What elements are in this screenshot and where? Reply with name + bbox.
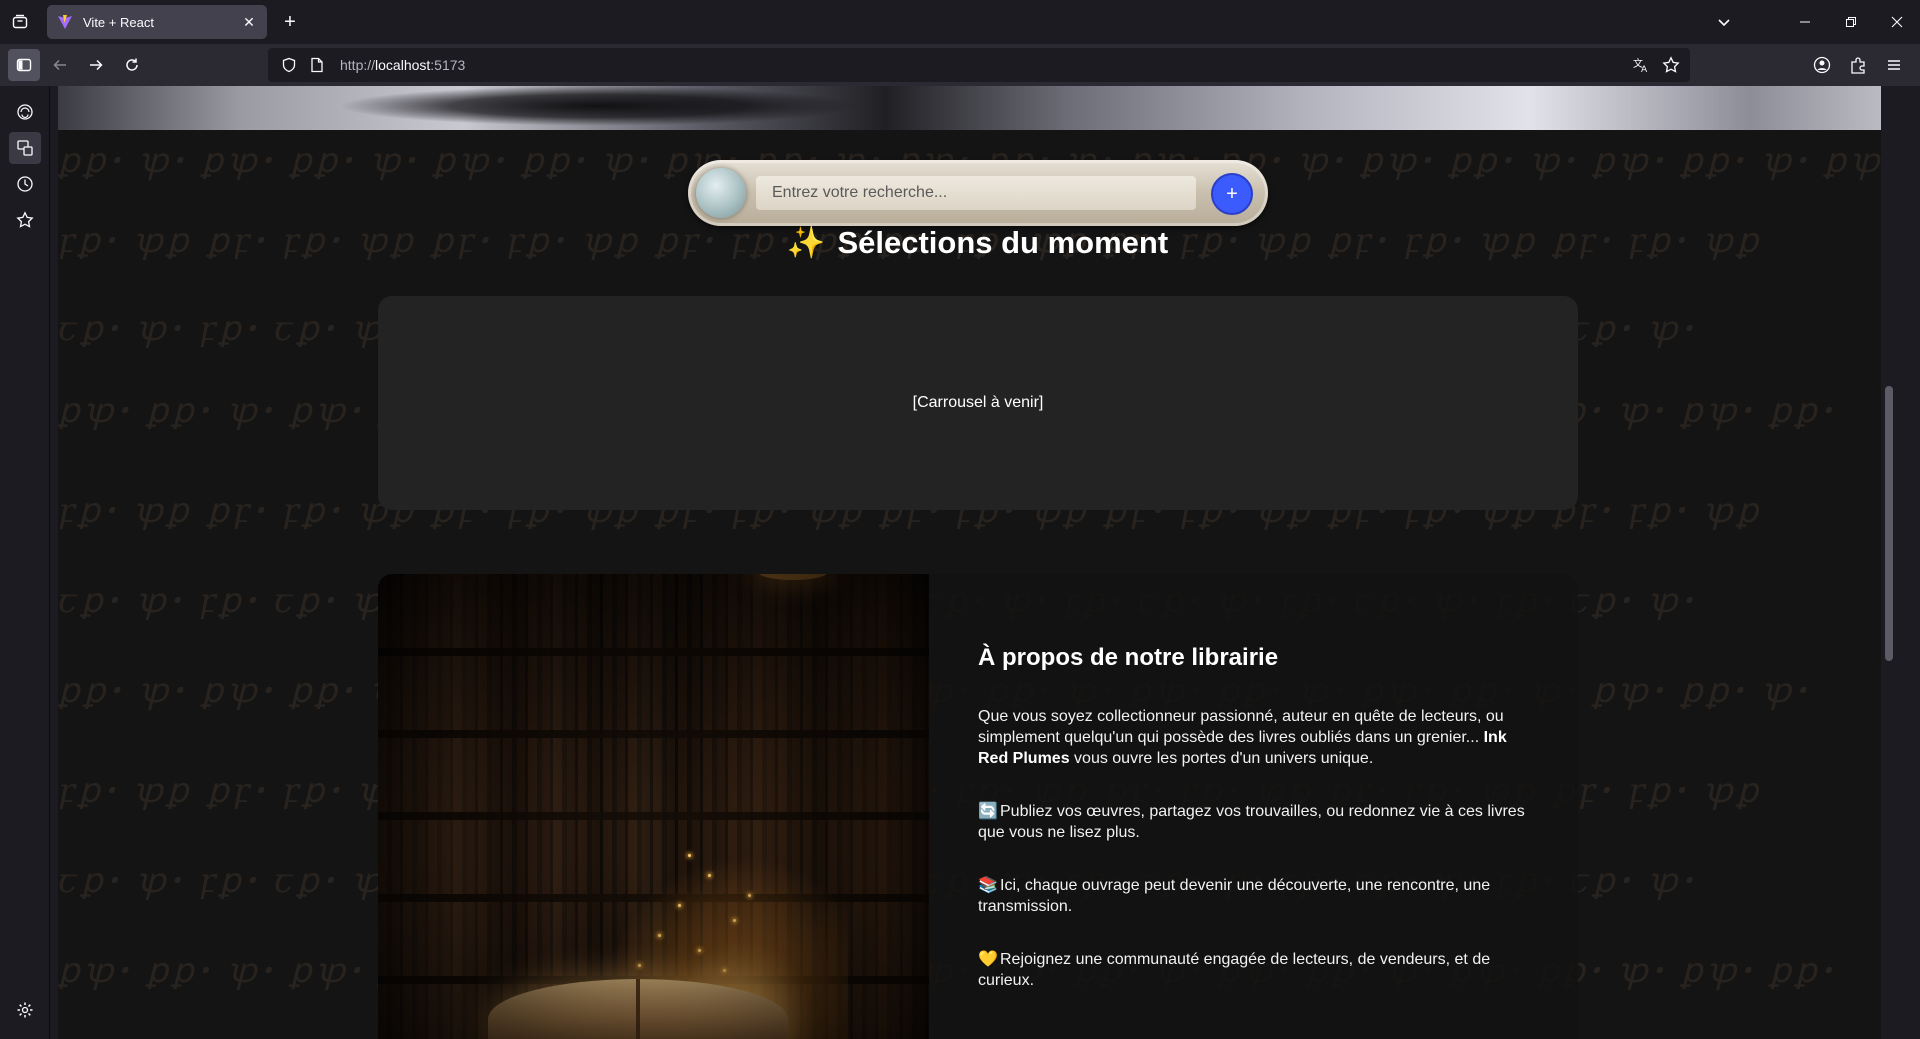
about-title: À propos de notre librairie (978, 644, 1279, 671)
close-icon[interactable]: ✕ (241, 14, 257, 30)
vite-favicon (58, 15, 72, 29)
chevron-down-icon[interactable] (1712, 10, 1736, 34)
carousel-placeholder-text: [Carrousel à venir] (912, 394, 1044, 411)
reload-icon[interactable] (116, 49, 148, 81)
close-window-icon[interactable] (1874, 0, 1920, 44)
tab-bar: Vite + React ✕ + (0, 0, 1920, 44)
history-icon[interactable] (9, 168, 41, 200)
search-submit-button[interactable]: + (1211, 173, 1253, 215)
tab-list-icon[interactable] (0, 0, 40, 44)
url-text[interactable]: http://localhost:5173 (340, 57, 465, 73)
about-point-community: 💛 Rejoignez une communauté engagée de lec… (978, 949, 1538, 991)
about-point-publish-text: Publiez vos œuvres, partagez vos trouvai… (978, 803, 1525, 841)
about-intro-after: vous ouvre les portes d'un univers uniqu… (1069, 750, 1374, 767)
browser-sidebar (0, 86, 50, 1039)
translate-icon[interactable]: 文A (1630, 54, 1652, 76)
menu-icon[interactable] (1878, 49, 1910, 81)
about-point-discovery: 📚 Ici, chaque ouvrage peut devenir une dé… (978, 875, 1538, 917)
url-host: localhost (375, 57, 431, 73)
about-intro-before: Que vous soyez collectionneur passionné,… (978, 708, 1504, 746)
ai-chatbot-icon[interactable] (9, 96, 41, 128)
sparkles-icon: ✨ (786, 225, 826, 260)
about-text: À propos de notre librairie Que vous soy… (978, 644, 1538, 1023)
shield-icon[interactable] (278, 54, 300, 76)
scroll-thumb[interactable] (1885, 386, 1893, 661)
forward-arrow-icon[interactable] (80, 49, 112, 81)
about-point-community-text: Rejoignez une communauté engagée de lect… (978, 951, 1491, 989)
minimize-icon[interactable] (1782, 0, 1828, 44)
restore-icon[interactable] (1828, 0, 1874, 44)
extensions-icon[interactable] (1842, 49, 1874, 81)
page-scrollbar[interactable] (1881, 86, 1897, 1039)
about-point-discovery-text: Ici, chaque ouvrage peut devenir une déc… (978, 877, 1491, 915)
sidebar-icon[interactable] (8, 49, 40, 81)
selections-title: Sélections du moment (837, 225, 1169, 260)
url-port: :5173 (430, 57, 466, 73)
plus-icon: + (284, 10, 296, 33)
navigation-toolbar: http://localhost:5173 文A (0, 44, 1920, 86)
bookmarks-icon[interactable] (9, 204, 41, 236)
synced-tabs-icon[interactable] (9, 132, 41, 164)
selections-heading: ✨ Sélections du moment (58, 224, 1897, 261)
settings-icon[interactable] (9, 994, 41, 1026)
carousel-placeholder: [Carrousel à venir] (378, 296, 1578, 510)
page-icon[interactable] (306, 54, 328, 76)
star-icon[interactable] (1660, 54, 1682, 76)
hero-banner-image (58, 86, 1897, 130)
about-section: À propos de notre librairie Que vous soy… (378, 574, 1578, 1039)
crystal-orb-icon (696, 168, 746, 218)
books-icon: 📚 (978, 877, 998, 894)
about-point-publish: 🔄 Publiez vos œuvres, partagez vos trouva… (978, 801, 1538, 843)
library-image (378, 574, 929, 1039)
new-tab-button[interactable]: + (278, 10, 302, 34)
heart-icon: 💛 (978, 951, 998, 968)
browser-tab[interactable]: Vite + React ✕ (47, 5, 267, 39)
tab-title: Vite + React (83, 14, 154, 30)
account-icon[interactable] (1806, 49, 1838, 81)
address-bar[interactable]: http://localhost:5173 文A (268, 48, 1690, 82)
url-prefix: http:// (340, 57, 376, 73)
about-intro: Que vous soyez collectionneur passionné,… (978, 706, 1538, 769)
search-bar: + (688, 160, 1268, 226)
page-viewport: ꝑꝑꞏ ꝕꞏ ꝑꝕꞏ ꝑꝑꞏ ꝕꞏ ꝑꝕꞏ ꝑꝑꞏ ꝕꞏ ꝑꝕꞏ ꝑꝑꞏ ꝕꞏ … (58, 86, 1897, 1039)
recycle-icon: 🔄 (978, 803, 998, 820)
back-arrow-icon[interactable] (44, 49, 76, 81)
svg-text:A: A (1641, 65, 1648, 74)
search-input[interactable] (756, 176, 1196, 210)
